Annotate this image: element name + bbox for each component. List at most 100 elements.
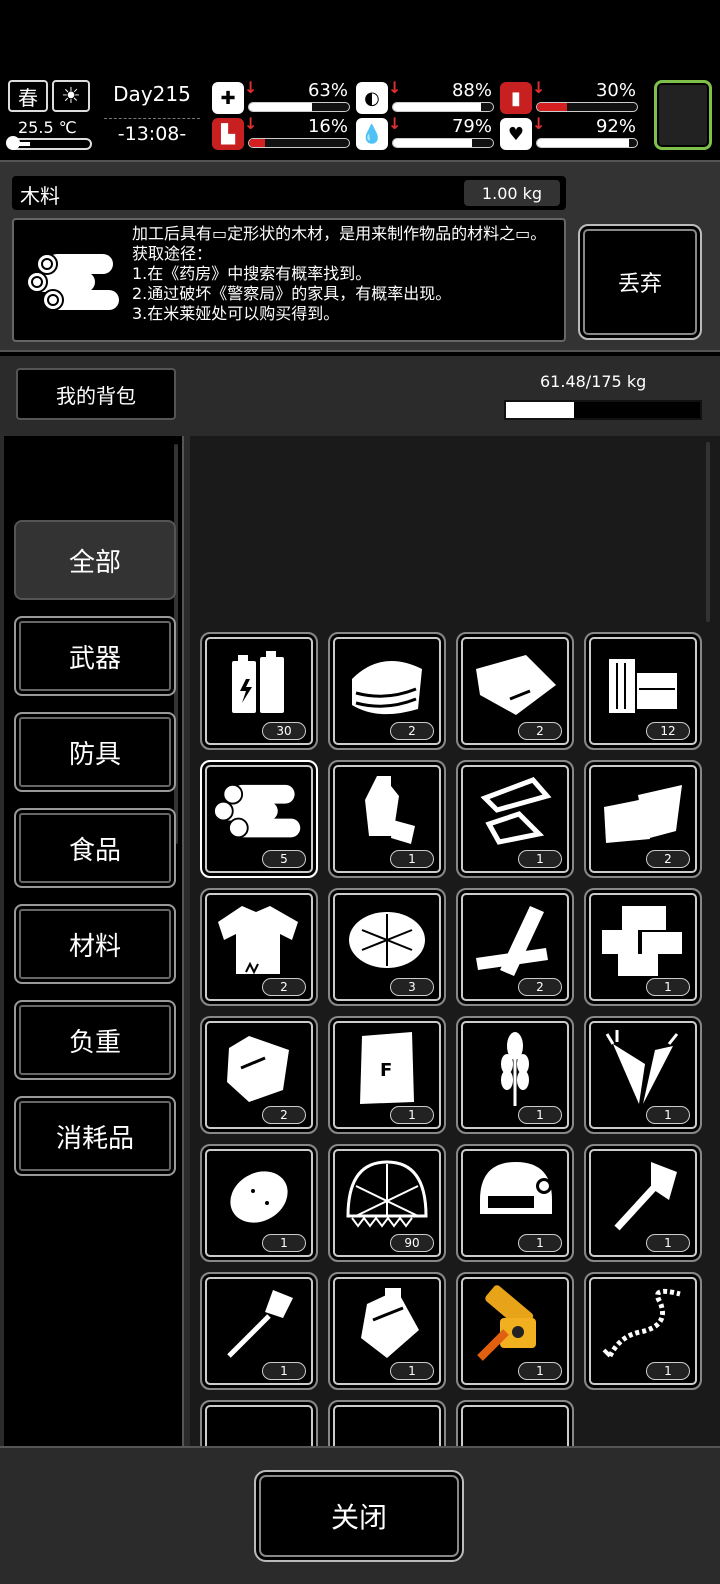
leather-icon [470, 644, 560, 724]
decrease-arrow-icon: ↓ [532, 78, 546, 97]
thirst-value: 79% [451, 116, 492, 137]
inventory-slot-chainsaw[interactable]: 1 [456, 1272, 574, 1390]
inventory-slot-logs[interactable]: 5 [200, 760, 318, 878]
mood-value: 92% [595, 116, 636, 137]
energy-bar [536, 102, 638, 112]
item-count: 5 [262, 850, 306, 868]
item-count: 3 [390, 978, 434, 996]
inventory-slot-axe[interactable]: 1 [584, 1144, 702, 1262]
inventory-slot-straw-bundle[interactable]: 3 [328, 888, 446, 1006]
bag-header: 我的背包 61.48/175 kg [0, 356, 720, 436]
decrease-arrow-icon: ↓ [388, 114, 402, 133]
item-count: 1 [518, 1234, 562, 1252]
plastic-bottle-icon [342, 772, 432, 852]
item-description: 加工后具有▭定形状的木材，是用来制作物品的材料之▭。 获取途径： 1.在《药房》… [132, 224, 547, 323]
wood-blocks-icon [598, 900, 688, 980]
heart-icon: ♥ [500, 118, 532, 150]
inventory-slot-net-helmet[interactable]: 90 [328, 1144, 446, 1262]
item-description-box[interactable]: 加工后具有▭定形状的木材，是用来制作物品的材料之▭。 获取途径： 1.在《药房》… [12, 218, 566, 342]
equipped-slot[interactable] [654, 80, 712, 150]
inventory-slot-fabric-sheets[interactable]: 2 [584, 760, 702, 878]
thirst-bar [392, 138, 494, 148]
stamina-value: 16% [307, 116, 348, 137]
my-bag-button[interactable]: 我的背包 [16, 368, 176, 420]
inventory-slot-shovel[interactable]: 1 [200, 1272, 318, 1390]
inventory-slot-tactical-helmet[interactable]: 1 [456, 1144, 574, 1262]
mood-bar [536, 138, 638, 148]
stomach-icon: ◐ [356, 82, 388, 114]
item-count: 2 [518, 978, 562, 996]
stamina-stat: ▙ ↓ 16% [212, 114, 352, 152]
item-info-panel: 木料 1.00 kg 加工后具有▭定形状的木材，是用来制作物品的材料之▭。 获取… [0, 160, 720, 352]
item-count: 1 [646, 1106, 690, 1124]
item-count: 1 [518, 1106, 562, 1124]
shovel-icon [214, 1284, 304, 1364]
energy-stat: ▮ ↓ 30% [500, 78, 640, 116]
tactical-helmet-icon [470, 1156, 560, 1236]
category-materials[interactable]: 材料 [14, 904, 176, 984]
inventory-slot-stone[interactable]: 2 [200, 1016, 318, 1134]
inventory-slot-cloth[interactable]: 2 [328, 632, 446, 750]
inventory-slot-broken-boards[interactable]: 2 [456, 888, 574, 1006]
item-count: 1 [262, 1234, 306, 1252]
close-button[interactable]: 关闭 [254, 1470, 464, 1562]
inventory-slot-wood-blocks[interactable]: 1 [584, 888, 702, 1006]
category-consumables[interactable]: 消耗品 [14, 1096, 176, 1176]
planks-icon [598, 644, 688, 724]
logs-icon [22, 228, 128, 338]
energy-value: 30% [595, 80, 636, 101]
inventory-slot-carrots[interactable]: 1 [584, 1016, 702, 1134]
category-carry[interactable]: 负重 [14, 1000, 176, 1080]
item-count: 1 [518, 1362, 562, 1380]
category-weapons[interactable]: 武器 [14, 616, 176, 696]
inventory-slot-wheat[interactable]: 1 [456, 1016, 574, 1134]
item-count: 1 [390, 850, 434, 868]
inventory-slot-potato[interactable]: 1 [200, 1144, 318, 1262]
season-indicator: 春 [8, 80, 48, 112]
category-all[interactable]: 全部 [14, 520, 176, 600]
thermometer-icon [6, 136, 92, 150]
bag-capacity-bar [504, 400, 702, 420]
bottom-bar: 关闭 [0, 1446, 720, 1584]
discard-button[interactable]: 丢弃 [578, 224, 702, 340]
item-count: 1 [262, 1362, 306, 1380]
straw-bundle-icon [342, 900, 432, 980]
item-count: 1 [646, 1234, 690, 1252]
category-food[interactable]: 食品 [14, 808, 176, 888]
item-count: 1 [518, 850, 562, 868]
hunger-value: 88% [451, 80, 492, 101]
inventory-slot-flour-bag[interactable]: F1 [328, 1016, 446, 1134]
inventory-slot-backpack-case[interactable]: 1 [328, 1272, 446, 1390]
wheat-icon [470, 1028, 560, 1108]
inventory-slot-plastic-bottle[interactable]: 1 [328, 760, 446, 878]
item-count: 2 [262, 1106, 306, 1124]
item-count: 90 [390, 1234, 434, 1252]
decrease-arrow-icon: ↓ [532, 114, 546, 133]
chainsaw-icon [470, 1284, 560, 1364]
medkit-icon: ✚ [212, 82, 244, 114]
battery-icon: ▮ [500, 82, 532, 114]
item-count: 1 [646, 978, 690, 996]
inventory-slot-planks[interactable]: 12 [584, 632, 702, 750]
category-armor[interactable]: 防具 [14, 712, 176, 792]
item-name-bar: 木料 1.00 kg [12, 176, 566, 210]
axe-icon [598, 1156, 688, 1236]
torn-shirt-icon [214, 900, 304, 980]
item-count: 2 [646, 850, 690, 868]
inventory-slot-scrap-metal[interactable]: 1 [456, 760, 574, 878]
inventory-slot-leather[interactable]: 2 [456, 632, 574, 750]
inventory-slot-torn-shirt[interactable]: 2 [200, 888, 318, 1006]
inventory-slot-rope[interactable]: 1 [584, 1272, 702, 1390]
item-count: 12 [646, 722, 690, 740]
temperature-label: 25.5 ℃ [18, 118, 77, 137]
decrease-arrow-icon: ↓ [244, 78, 258, 97]
inventory-slot-batteries[interactable]: 30 [200, 632, 318, 750]
item-count: 30 [262, 722, 306, 740]
cloth-icon [342, 644, 432, 724]
grid-scrollbar[interactable] [706, 442, 710, 622]
broken-boards-icon [470, 900, 560, 980]
boot-icon: ▙ [212, 118, 244, 150]
backpack-case-icon [342, 1284, 432, 1364]
stamina-bar [248, 138, 350, 148]
health-bar [248, 102, 350, 112]
